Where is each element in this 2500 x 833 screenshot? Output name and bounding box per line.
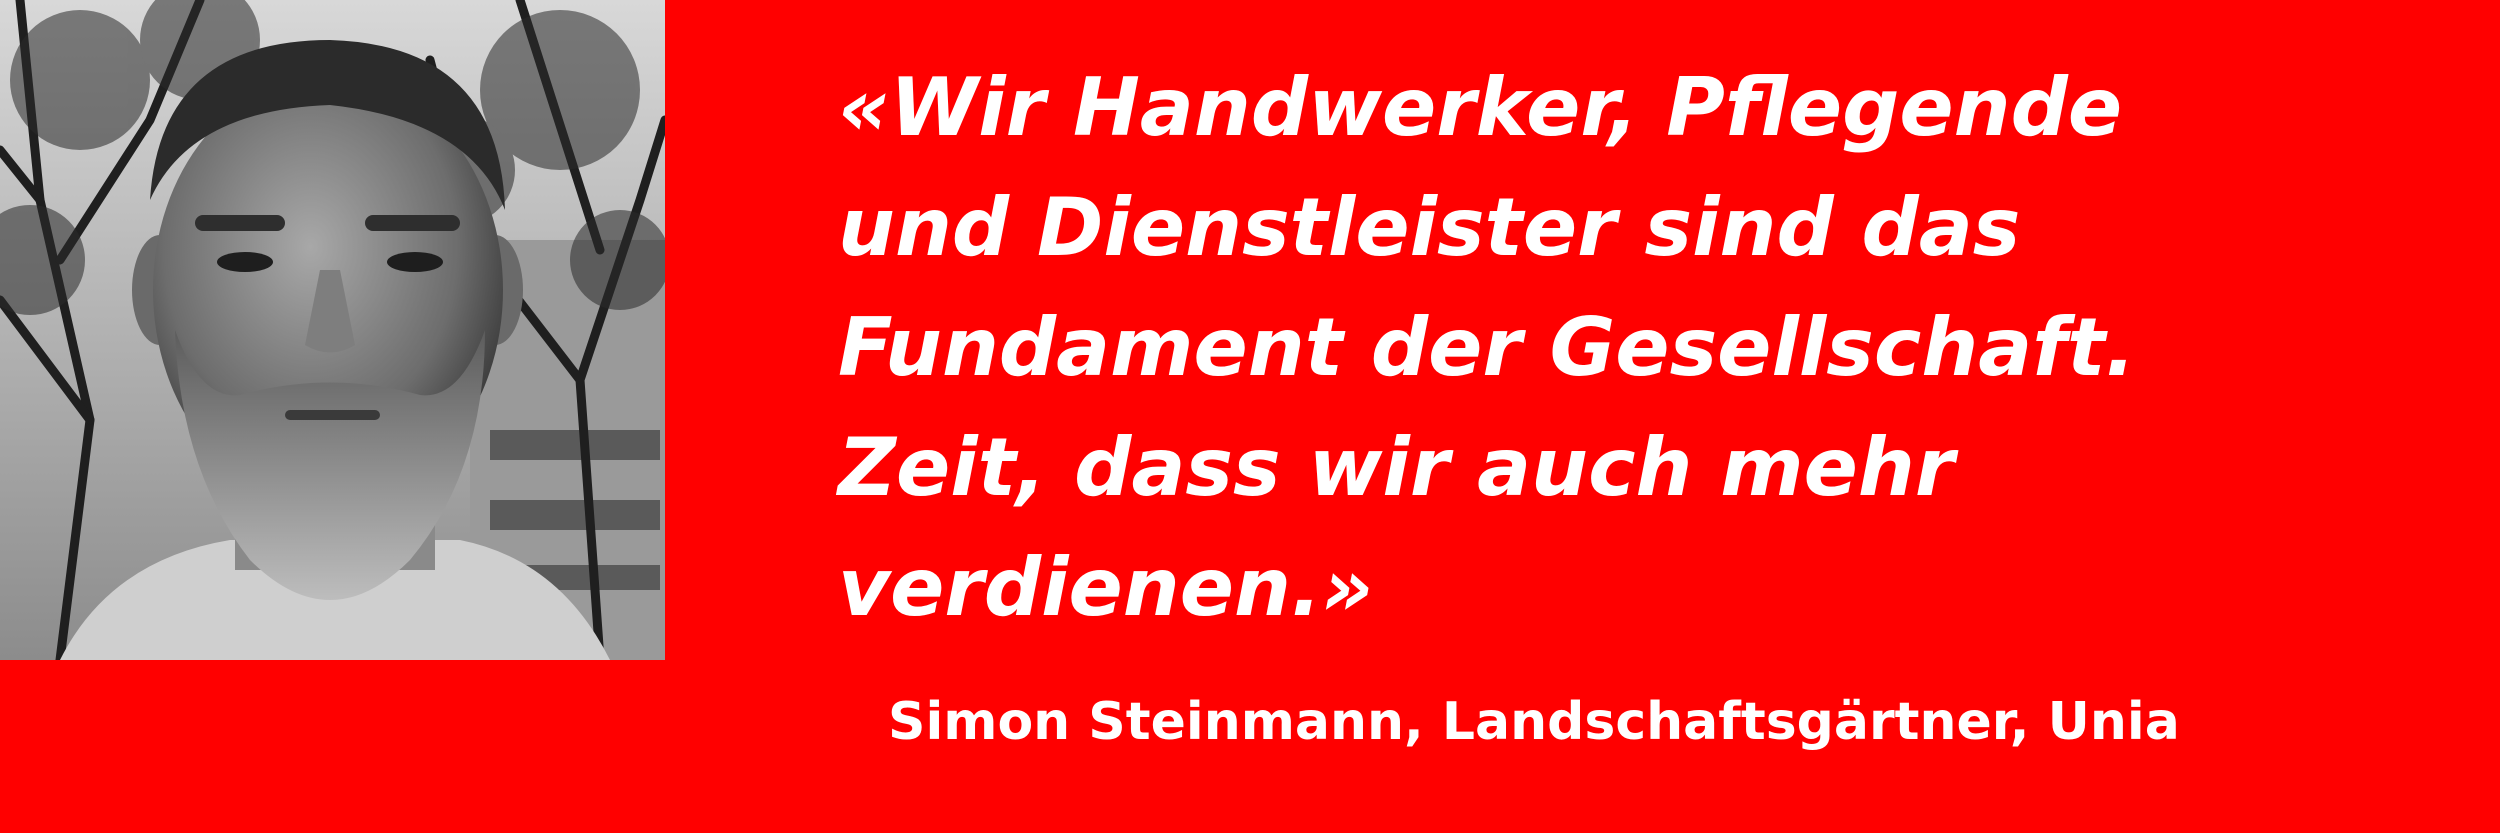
quote-line: Fundament der Gesellschaft. [838,301,2136,394]
quote-attribution: Simon Steinmann, Landschaftsgärtner, Uni… [888,692,2180,752]
quote-line: verdienen.» [838,541,1374,634]
portrait-illustration [0,0,665,660]
portrait-photo [0,0,665,660]
quote-text: «Wir Handwerker, Pflegende und Dienstlei… [838,48,2438,648]
quote-line: Zeit, dass wir auch mehr [838,421,1955,514]
quote-line: «Wir Handwerker, Pflegende [838,61,2123,154]
quote-line: und Dienstleister sind das [838,181,2021,274]
